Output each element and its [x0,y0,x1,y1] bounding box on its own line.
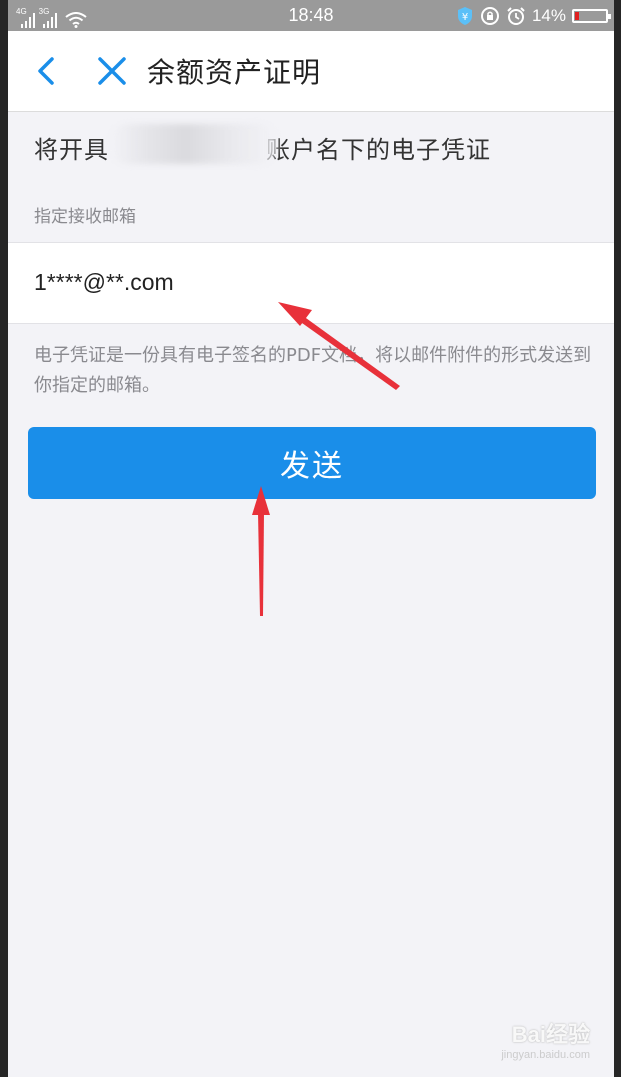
status-bar: 4G 3G 18:48 ¥ 14% [8,0,614,31]
alarm-icon [507,7,525,25]
lock-rotation-icon [480,7,499,25]
back-button[interactable] [30,53,62,89]
battery-icon [572,9,611,23]
send-button-label: 发送 [280,449,344,484]
status-right-group: ¥ 14% [456,4,611,28]
send-button[interactable]: 发送 [28,427,596,499]
nav-bar: 余额资产证明 [8,31,614,112]
watermark-main: Bai经验 [511,1022,590,1047]
page-title: 余额资产证明 [147,56,322,89]
help-note: 电子凭证是一份具有电子签名的PDF文档，将以邮件附件的形式发送到你指定的邮箱。 [34,345,592,396]
phone-screen: 4G 3G 18:48 ¥ 14% 余额资产证明 将开具 账户名下的电子凭证 指… [8,0,614,1077]
svg-text:¥: ¥ [462,12,468,23]
close-icon [98,57,126,85]
battery-percent: 14% [531,6,566,25]
redacted-name-mask [110,124,278,164]
screen-frame-right [614,0,621,1077]
email-field[interactable]: 1****@**.com [8,242,614,324]
shield-yuan-icon: ¥ [457,7,472,25]
close-button[interactable] [94,53,130,89]
email-value: 1****@**.com [34,269,174,295]
screen-frame-left [0,0,8,1077]
chevron-left-icon [38,57,54,85]
baidu-watermark-logo: Bai经验 jingyan.baidu.com [501,1017,590,1061]
intro-text-after: 账户名下的电子凭证 [266,136,491,164]
intro-text-before: 将开具 [34,136,109,164]
watermark-sub: jingyan.baidu.com [501,1049,590,1061]
email-field-label: 指定接收邮箱 [34,207,136,227]
annotation-arrow-send [252,486,270,616]
